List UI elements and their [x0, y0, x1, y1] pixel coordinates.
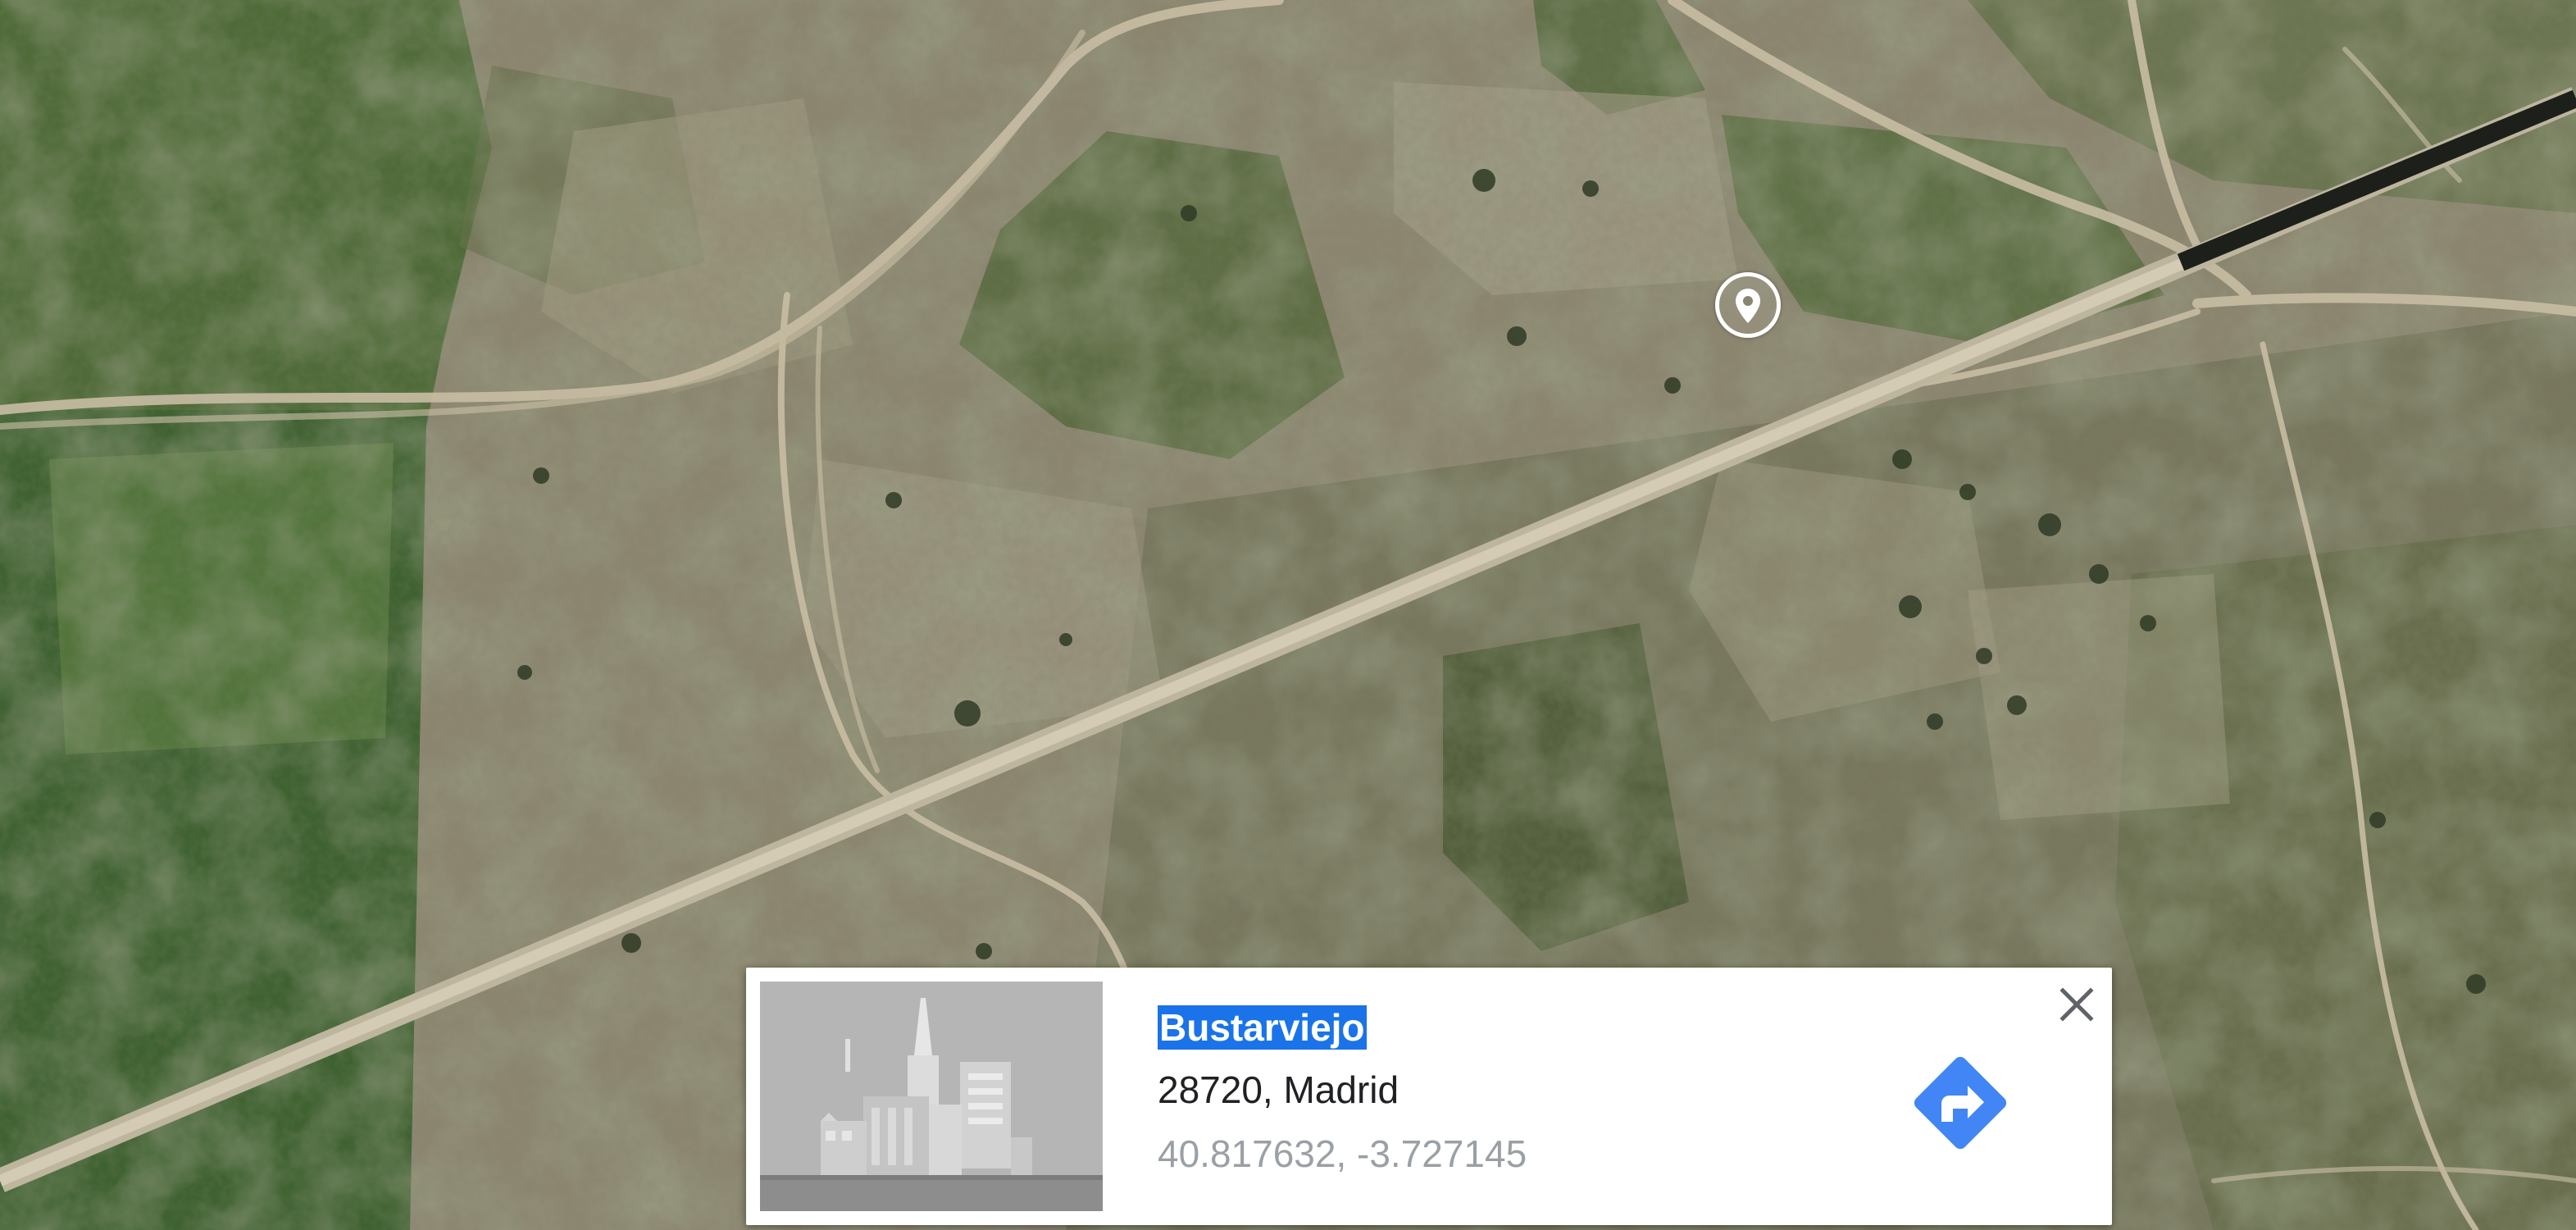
close-icon: [2059, 987, 2094, 1022]
directions-button[interactable]: [1899, 1041, 2022, 1164]
place-thumbnail[interactable]: [760, 982, 1103, 1211]
directions-arrow-icon: [1914, 1056, 2007, 1150]
place-details: Bustarviejo 28720, Madrid 40.817632, -3.…: [1158, 1005, 1527, 1176]
place-info-card: Bustarviejo 28720, Madrid 40.817632, -3.…: [746, 968, 2112, 1225]
location-pin-icon: [1736, 289, 1760, 323]
place-address: 28720, Madrid: [1158, 1068, 1400, 1111]
location-pin-marker[interactable]: [1715, 272, 1781, 338]
place-coordinates: 40.817632, -3.727145: [1158, 1132, 1527, 1175]
close-button[interactable]: [2055, 982, 2099, 1027]
place-name: Bustarviejo: [1158, 1005, 1367, 1050]
city-placeholder-icon: [760, 982, 1103, 1211]
